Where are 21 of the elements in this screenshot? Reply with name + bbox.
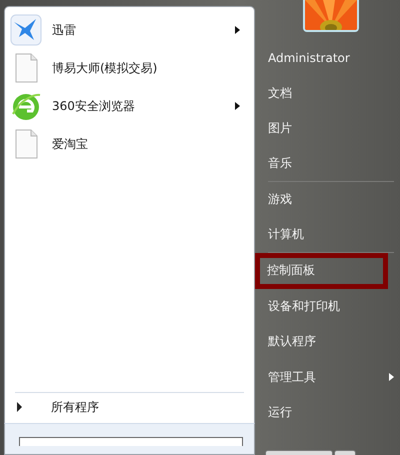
menu-item[interactable]: 设备和打印机 [258,288,394,324]
program-item[interactable]: 360安全浏览器 [8,87,250,125]
menu-item[interactable]: 默认程序 [258,324,394,360]
all-programs-item[interactable]: 所有程序 [5,393,254,421]
menu-item[interactable]: 计算机 [268,218,394,253]
triangle-icon [17,402,22,412]
menu-item[interactable]: 音乐 [268,146,394,182]
program-item[interactable]: 博易大师(模拟交易) [8,49,250,87]
user-name-item[interactable]: Administrator [258,40,394,76]
search-field[interactable] [19,437,243,446]
menu-item[interactable]: 管理工具 [258,360,394,395]
shutdown-button[interactable] [265,450,333,455]
options-button[interactable] [334,450,356,455]
menu-item[interactable]: 运行 [258,395,394,430]
program-item[interactable]: 爱淘宝 [8,125,250,163]
menu-item[interactable]: 图片 [258,111,394,146]
menu-item[interactable]: 游戏 [258,182,394,218]
bird-icon [10,14,42,46]
menu-item[interactable]: 控制面板 [255,253,388,288]
menu-item[interactable]: 文档 [258,76,394,111]
program-item[interactable]: 迅雷 [8,11,250,49]
